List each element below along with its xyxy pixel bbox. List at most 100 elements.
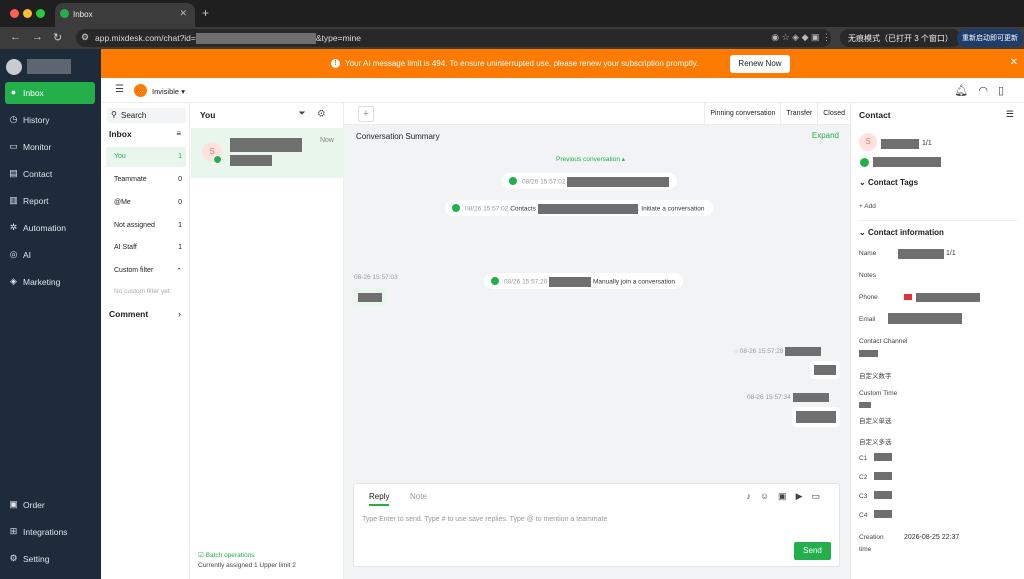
browser-tab[interactable]: Inbox ✕ (55, 3, 195, 27)
sidebar-item-inbox[interactable]: ● Inbox (5, 82, 95, 104)
sidebar-item-contact[interactable]: ▤ Contact (5, 163, 95, 185)
inbox-row-not-assigned[interactable]: Not assigned 1 (106, 216, 186, 236)
toolbar-icons[interactable]: 🔔︎◠▯ (954, 84, 1014, 97)
filter-icon[interactable]: ⏷ (299, 108, 318, 118)
field-label-single-select: 自定义单选 (859, 418, 892, 425)
document-icon[interactable]: ▯ (998, 85, 1014, 97)
conversation-list: You ⏷⚙ S Now ☑ Batch operations Currentl… (190, 103, 344, 579)
status-dropdown[interactable]: Invisible ▾ (152, 87, 185, 96)
reload-icon[interactable]: ↻ (53, 31, 62, 44)
video-icon[interactable]: ▶ (796, 491, 812, 501)
transfer-button[interactable]: Transfer (780, 103, 817, 125)
redacted-contact-name (881, 139, 919, 149)
image-icon[interactable]: ▣ (778, 491, 796, 501)
close-icon[interactable]: ✕ (1010, 57, 1018, 68)
section-label: Contact Tags (867, 178, 919, 187)
sidebar-item-ai[interactable]: ◎ AI (5, 244, 95, 266)
emoji-icon[interactable]: ☺ (760, 491, 778, 501)
contact-info-header[interactable]: ⌄ Contact information (859, 228, 944, 237)
redacted-phone-value[interactable] (916, 293, 980, 302)
bell-icon[interactable]: 🔔︎ (954, 85, 978, 97)
menu-icon[interactable]: ☰ (115, 84, 124, 95)
avatar: S (859, 133, 877, 151)
status-icon[interactable]: … (134, 84, 147, 97)
sidebar-item-label: Monitor (23, 142, 52, 152)
microphone-icon[interactable]: ♪ (746, 491, 760, 501)
redacted-time-value (859, 402, 871, 408)
add-icon[interactable]: + (358, 106, 374, 122)
chevron-right-icon[interactable]: › (178, 309, 181, 319)
redacted-name (898, 249, 944, 259)
folder-icon[interactable]: ▭ (811, 491, 829, 501)
extension-icons[interactable]: ◉ ☆ ◈ ◆ ▣ ⋮ (771, 32, 831, 43)
user-profile[interactable] (6, 57, 96, 77)
send-button[interactable]: Send (794, 542, 831, 560)
redacted-username (27, 59, 71, 74)
maximize-window-dot[interactable] (36, 9, 45, 18)
incoming-message (354, 288, 386, 306)
field-label-c1: C1 (859, 455, 868, 462)
headset-icon[interactable]: ◠ (978, 85, 998, 97)
renew-now-button[interactable]: Renew Now (730, 55, 790, 73)
inbox-row-ai-staff[interactable]: AI Staff 1 (106, 238, 186, 258)
add-tag-button[interactable]: + Add (859, 203, 876, 210)
close-conversation-button[interactable]: Closed (817, 103, 850, 125)
inbox-row-label: AI Staff (114, 244, 137, 251)
list-icon[interactable]: ☰ (1006, 109, 1014, 120)
sidebar-item-integrations[interactable]: ⊞ Integrations (5, 521, 95, 543)
back-icon[interactable]: ← (10, 31, 21, 43)
search-input[interactable]: ⚲ Search (107, 108, 186, 123)
close-tab-icon[interactable]: ✕ (179, 8, 187, 19)
sidebar-item-marketing[interactable]: ◈ Marketing (5, 271, 95, 293)
contact-tags-header[interactable]: ⌄ Contact Tags (859, 178, 918, 187)
reply-input[interactable]: Type Enter to send. Type # to use save r… (362, 516, 607, 523)
gear-icon: ✲ (9, 222, 18, 232)
url-suffix: &type=mine (315, 33, 361, 43)
forward-icon[interactable]: → (32, 31, 43, 43)
close-window-dot[interactable] (10, 9, 19, 18)
chat-header: + Pinning conversation Transfer Closed (344, 103, 850, 125)
custom-filter-toggle[interactable]: Custom filter ⌃ (106, 261, 186, 281)
sidebar-item-setting[interactable]: ⚙ Setting (5, 548, 95, 570)
sidebar-item-history[interactable]: ◷ History (5, 109, 95, 131)
minimize-window-dot[interactable] (23, 9, 32, 18)
incognito-badge[interactable]: 无痕模式（已打开 3 个窗口） (840, 29, 961, 47)
sidebar-item-automation[interactable]: ✲ Automation (5, 217, 95, 239)
tab-note[interactable]: Note (410, 492, 427, 501)
list-tools[interactable]: ⏷⚙ (299, 108, 337, 119)
chevron-up-icon: ⌃ (176, 268, 182, 275)
relaunch-button[interactable]: 重新启动即可更新 (957, 29, 1023, 47)
expand-link[interactable]: Expand (812, 131, 839, 140)
field-label-creation: Creation (859, 534, 884, 541)
list-menu-icon[interactable]: ≡ (176, 129, 181, 138)
pin-conversation-button[interactable]: Pinning conversation (704, 103, 780, 125)
site-info-icon[interactable]: ⚙ (81, 32, 89, 43)
outgoing-message (810, 361, 840, 379)
inbox-row-label: @Me (114, 199, 131, 206)
gear-icon[interactable]: ⚙ (318, 108, 337, 118)
sidebar-item-label: Report (23, 196, 49, 206)
redacted-email-value[interactable] (888, 313, 962, 324)
url-field[interactable]: ⚙ app.mixdesk.com/chat?id= &type=mine ◉ ☆… (76, 29, 831, 47)
tab-reply[interactable]: Reply (369, 492, 390, 506)
batch-operations-link[interactable]: ☑ Batch operations (198, 551, 254, 559)
sidebar-item-monitor[interactable]: ▭ Monitor (5, 136, 95, 158)
new-tab-icon[interactable]: + (202, 6, 209, 20)
contact-count: 1/1 (922, 140, 932, 147)
inbox-row-mentions[interactable]: @Me 0 (106, 193, 186, 213)
redacted-message (814, 365, 836, 375)
clock-icon: ◷ (9, 114, 18, 124)
sidebar-item-report[interactable]: ▥ Report (5, 190, 95, 212)
sidebar-item-order[interactable]: ▣ Order (5, 494, 95, 516)
flag-icon (904, 294, 912, 300)
mixdesk-favicon-icon (60, 9, 69, 18)
assigned-info: Currently assigned 1 Upper limit 2 (198, 562, 296, 569)
previous-conversation-link[interactable]: Previous conversation ▴ (556, 155, 625, 163)
sidebar-item-label: Contact (23, 169, 53, 179)
inbox-row-teammate[interactable]: Teammate 0 (106, 170, 186, 190)
inbox-row-you[interactable]: You 1 (106, 147, 186, 167)
composer-tools[interactable]: ♪☺▣▶▭ (746, 491, 829, 502)
comment-section[interactable]: Comment (109, 309, 148, 319)
redacted-contact-name (230, 138, 302, 152)
conversation-card[interactable]: S Now (191, 128, 344, 178)
